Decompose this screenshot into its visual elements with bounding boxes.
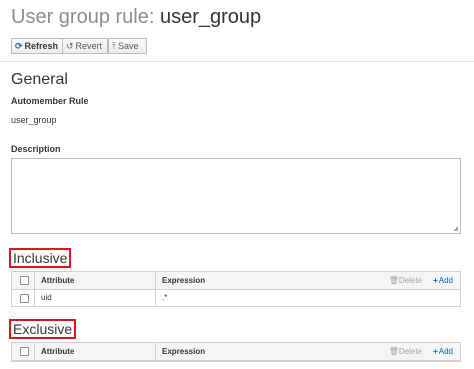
automember-rule-label: Automember Rule [11,96,89,106]
exclusive-select-all-checkbox[interactable] [20,347,29,356]
inclusive-table: Attribute Expression 🗑Delete +Add uid .* [11,271,461,307]
plus-icon: + [433,347,438,356]
exclusive-delete-label: Delete [398,347,422,356]
inclusive-col-attribute: Attribute [41,276,75,285]
inclusive-delete-label: Delete [398,276,422,285]
automember-rule-value: user_group [11,115,57,125]
description-label: Description [11,144,61,154]
column-divider [34,343,35,360]
column-divider [155,343,156,360]
column-divider [34,290,35,306]
inclusive-select-all-checkbox[interactable] [20,276,29,285]
exclusive-col-attribute: Attribute [41,347,75,356]
refresh-icon: ⟳ [15,41,23,51]
trash-icon: 🗑 [388,347,399,356]
plus-icon: + [433,276,438,285]
inclusive-table-header: Attribute Expression 🗑Delete +Add [12,272,460,290]
row-expression: .* [162,293,168,302]
exclusive-table: Attribute Expression 🗑Delete +Add [11,342,461,362]
section-inclusive-title: Inclusive [9,248,72,268]
undo-icon: ↺ [66,41,74,51]
save-label: Save [117,41,139,51]
section-exclusive-title: Exclusive [9,319,77,339]
refresh-label: Refresh [24,41,59,51]
resize-handle-icon[interactable]: ◢ [453,225,458,232]
page-title-name: user_group [159,6,262,28]
exclusive-delete-button[interactable]: 🗑Delete [389,343,422,360]
page-title-prefix: User group rule: [11,6,155,28]
exclusive-col-expression: Expression [162,347,206,356]
save-button[interactable]: ⤒ Save [108,38,147,54]
column-divider [155,272,156,289]
header-divider [0,61,474,62]
page-title: User group rule: user_group [11,6,261,29]
row-attribute: uid [41,293,52,302]
inclusive-delete-button[interactable]: 🗑Delete [389,272,422,289]
trash-icon: 🗑 [388,276,399,285]
column-divider [155,290,156,306]
upload-icon: ⤒ [112,41,116,51]
exclusive-add-label: Add [438,347,453,356]
refresh-button[interactable]: ⟳ Refresh [11,38,63,54]
row-checkbox[interactable] [20,294,29,303]
inclusive-add-button[interactable]: +Add [433,272,453,289]
description-textarea[interactable]: ◢ [11,158,461,234]
exclusive-table-header: Attribute Expression 🗑Delete +Add [12,343,460,361]
column-divider [34,272,35,289]
table-row: uid .* [12,290,460,306]
inclusive-add-label: Add [438,276,453,285]
section-general-title: General [11,71,68,88]
inclusive-col-expression: Expression [162,276,206,285]
revert-label: Revert [75,41,103,51]
revert-button[interactable]: ↺ Revert [62,38,108,54]
exclusive-add-button[interactable]: +Add [433,343,453,360]
